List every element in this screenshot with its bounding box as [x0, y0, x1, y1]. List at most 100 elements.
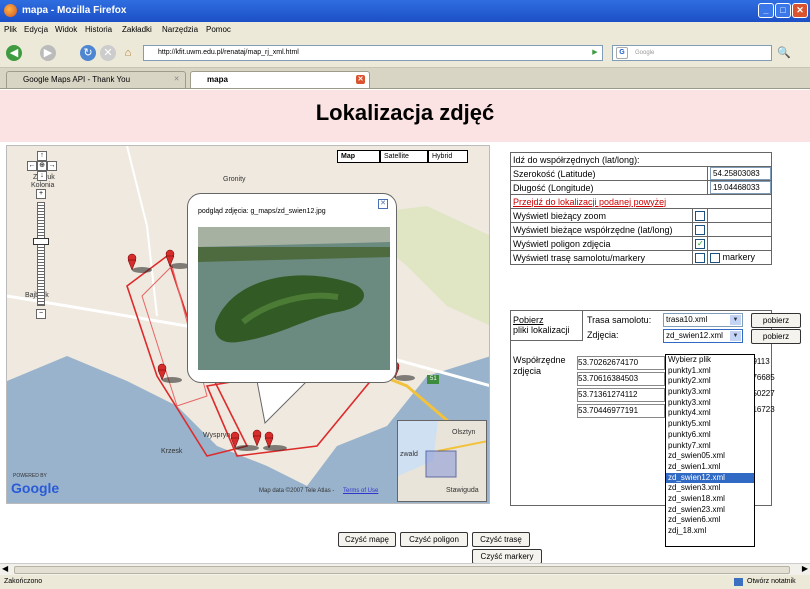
route-label: Trasa samolotu:	[587, 315, 652, 325]
clear-map-button[interactable]: Czyść mapę	[338, 532, 396, 547]
coord-input[interactable]: 53.70616384503	[577, 372, 665, 386]
longitude-input[interactable]: 19.04468033	[710, 181, 771, 194]
dropdown-option[interactable]: zd_swien6.xml	[666, 515, 754, 526]
url-input[interactable]: http://kfit.uwm.edu.pl/renataj/map_rj_xm…	[143, 45, 603, 61]
dropdown-option[interactable]: punkty5.xml	[666, 419, 754, 430]
tab-mapa[interactable]: mapa ✕	[190, 71, 370, 88]
photos-select[interactable]: zd_swien12.xml ▼	[663, 329, 743, 343]
clear-markers-button[interactable]: Czyść markery	[472, 549, 542, 564]
terms-link[interactable]: Terms of Use	[343, 488, 378, 494]
road-label: 51	[430, 376, 437, 382]
google-map[interactable]: Zagruk Kolonia Gronity Bajbruk Krzesk Wy…	[6, 145, 490, 504]
pan-down-icon[interactable]: ↓	[37, 171, 47, 181]
map-type-hybrid-button[interactable]: Hybrid	[428, 150, 468, 163]
markers-checkbox[interactable]	[710, 252, 720, 263]
files-label-1: Pobierz	[513, 315, 544, 325]
zoom-out-icon[interactable]: −	[36, 309, 46, 319]
chevron-down-icon: ▼	[730, 315, 741, 325]
menu-plik[interactable]: Plik	[4, 25, 17, 34]
close-tab-icon[interactable]: ✕	[172, 75, 181, 84]
zoom-slider-thumb[interactable]	[33, 238, 49, 245]
route-select[interactable]: trasa10.xml ▼	[663, 313, 743, 327]
coord-input[interactable]: 53.70262674170	[577, 356, 665, 370]
menu-zakladki[interactable]: Zakładki	[122, 25, 152, 34]
minimize-icon[interactable]: _	[758, 3, 774, 18]
scroll-right-icon[interactable]: ▶	[802, 564, 808, 573]
close-icon[interactable]: ✕	[792, 3, 808, 18]
goto-location-link[interactable]: Przejdź do lokalizacji podanej powyżej	[513, 197, 666, 207]
dropdown-option[interactable]: punkty3.xml	[666, 398, 754, 409]
dropdown-option[interactable]: zd_swien18.xml	[666, 494, 754, 505]
coord-input[interactable]: 53.70446977191	[577, 404, 665, 418]
go-icon[interactable]: ▶	[589, 47, 601, 59]
photos-dropdown-list[interactable]: Wybierz plik punkty1.xml punkty2.xml pun…	[665, 354, 755, 547]
download-photos-button[interactable]: pobierz	[751, 329, 801, 344]
map-type-satellite-button[interactable]: Satellite	[380, 150, 428, 163]
download-route-button[interactable]: pobierz	[751, 313, 801, 328]
map-type-map-button[interactable]: Map	[337, 150, 380, 163]
menu-historia[interactable]: Historia	[85, 25, 112, 34]
close-tab-icon[interactable]: ✕	[356, 75, 365, 84]
search-icon[interactable]: 🔍	[776, 45, 792, 61]
dropdown-option[interactable]: punkty6.xml	[666, 430, 754, 441]
scrollbar-thumb[interactable]	[14, 566, 790, 574]
page-header: Lokalizacja zdjęć	[0, 90, 810, 142]
back-icon[interactable]: ◀	[6, 45, 22, 61]
dropdown-option[interactable]: punkty4.xml	[666, 408, 754, 419]
clear-polygon-button[interactable]: Czyść poligon	[400, 532, 468, 547]
overview-map[interactable]: Olsztyn zwald Stawiguda	[397, 420, 487, 502]
pan-up-icon[interactable]: ↑	[37, 151, 47, 161]
pan-left-icon[interactable]: ←	[27, 161, 37, 171]
show-polygon-checkbox[interactable]: ✓	[695, 238, 706, 249]
horizontal-scrollbar[interactable]: ◀ ▶	[0, 563, 810, 575]
dropdown-option[interactable]: zd_swien23.xml	[666, 505, 754, 516]
map-label: Krzesk	[161, 448, 183, 455]
close-icon[interactable]: ✕	[378, 199, 388, 209]
notepad-icon[interactable]	[734, 578, 743, 586]
window-titlebar: mapa - Mozilla Firefox _ □ ✕	[0, 0, 810, 22]
show-polygon-label: Wyświetl poligon zdjęcia	[509, 236, 694, 251]
dropdown-option[interactable]: zd_swien3.xml	[666, 483, 754, 494]
clear-route-button[interactable]: Czyść trasę	[472, 532, 530, 547]
maximize-icon[interactable]: □	[775, 3, 791, 18]
dropdown-option[interactable]: zdj_18.xml	[666, 526, 754, 537]
pan-center-icon[interactable]: ⊕	[37, 161, 47, 171]
dropdown-option[interactable]: punkty3.xml	[666, 387, 754, 398]
menu-bar: Plik Edycja Widok Historia Zakładki Narz…	[0, 22, 810, 38]
menu-pomoc[interactable]: Pomoc	[206, 25, 231, 34]
map-attribution: Map data ©2007 Tele Atlas -	[259, 488, 335, 494]
dropdown-option[interactable]: punkty1.xml	[666, 366, 754, 377]
dropdown-option-selected[interactable]: zd_swien12.xml	[666, 472, 754, 484]
show-coords-checkbox[interactable]	[695, 224, 706, 235]
open-notepad-link[interactable]: Otwórz notatnik	[747, 575, 796, 589]
tab-google-maps-api[interactable]: Google Maps API - Thank You ✕	[6, 71, 186, 88]
home-icon[interactable]: ⌂	[120, 45, 136, 61]
reload-icon[interactable]: ↻	[80, 45, 96, 61]
dropdown-option[interactable]: zd_swien1.xml	[666, 462, 754, 473]
google-search-engine-icon[interactable]: G	[616, 47, 628, 59]
search-input[interactable]: Google	[612, 45, 772, 61]
zoom-slider[interactable]	[37, 202, 45, 306]
show-route-checkbox[interactable]	[695, 252, 706, 263]
dropdown-option[interactable]: punkty7.xml	[666, 441, 754, 452]
dropdown-option[interactable]: punkty2.xml	[666, 376, 754, 387]
latitude-input[interactable]: 54.25803083	[710, 167, 771, 180]
stop-icon[interactable]: ✕	[100, 45, 116, 61]
show-coords-label: Wyświetl bieżące współrzędne (lat/long)	[509, 222, 694, 237]
window-title: mapa - Mozilla Firefox	[22, 5, 127, 16]
menu-narzedzia[interactable]: Narzędzia	[162, 25, 198, 34]
show-zoom-checkbox[interactable]	[695, 210, 706, 221]
dropdown-option[interactable]: zd_swien05.xml	[666, 451, 754, 462]
photos-label: Zdjęcia:	[587, 330, 619, 340]
markers-label: markery	[722, 252, 756, 263]
forward-icon[interactable]: ▶	[40, 45, 56, 61]
menu-widok[interactable]: Widok	[55, 25, 77, 34]
dropdown-option[interactable]: Wybierz plik	[666, 355, 754, 366]
coord-input[interactable]: 53.71361274112	[577, 388, 665, 402]
popup-pointer	[257, 381, 308, 425]
show-route-label: Wyświetl trasę samolotu/markery	[509, 250, 694, 265]
menu-edycja[interactable]: Edycja	[24, 25, 48, 34]
zoom-in-icon[interactable]: +	[36, 189, 46, 199]
scroll-left-icon[interactable]: ◀	[2, 564, 8, 573]
pan-right-icon[interactable]: →	[47, 161, 57, 171]
